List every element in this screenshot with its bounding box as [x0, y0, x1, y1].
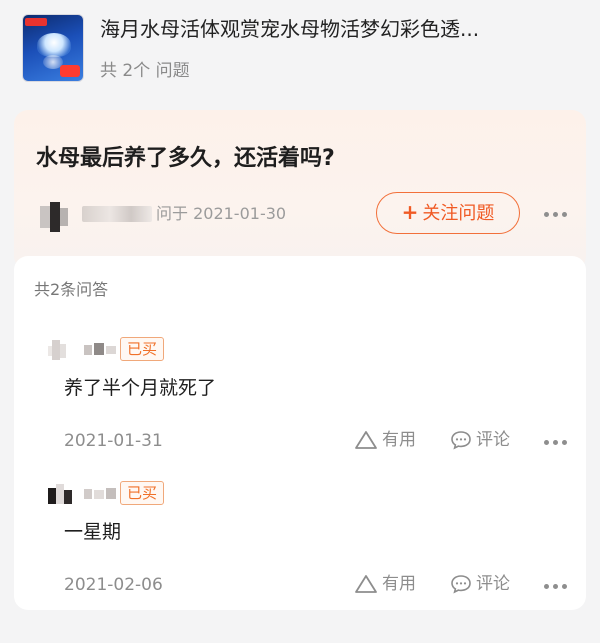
product-title[interactable]: 海月水母活体观赏宠水母物活梦幻彩色透... — [100, 14, 580, 44]
thumbnail-tag — [25, 18, 47, 26]
question-card: 水母最后养了多久，还活着吗? 问于 2021-01-30 + 关注问题 — [14, 110, 586, 270]
answerer-avatar — [44, 478, 76, 510]
triangle-icon — [355, 431, 377, 449]
answerer-avatar — [44, 334, 76, 366]
answer-item: 已买 一星期 2021-02-06 有用 评论 — [14, 478, 586, 622]
asked-date: 问于 2021-01-30 — [156, 204, 287, 223]
answerer-name-blurred — [84, 342, 120, 356]
triangle-icon — [355, 575, 377, 593]
comment-icon — [451, 575, 471, 594]
answer-text: 养了半个月就死了 — [64, 377, 217, 399]
answer-text: 一星期 — [64, 521, 122, 543]
more-options-icon[interactable] — [544, 210, 570, 218]
useful-label: 有用 — [382, 430, 416, 450]
asker-avatar — [36, 198, 78, 234]
question-title: 水母最后养了多久，还活着吗? — [36, 146, 335, 171]
useful-button[interactable]: 有用 — [354, 570, 416, 598]
useful-label: 有用 — [382, 574, 416, 594]
comment-icon — [451, 431, 471, 450]
plus-icon: + — [401, 200, 419, 224]
follow-question-label: 关注问题 — [422, 203, 495, 224]
comment-button[interactable]: 评论 — [450, 426, 510, 454]
jellyfish-image — [37, 33, 71, 57]
answers-count: 共2条问答 — [34, 280, 109, 299]
answer-date: 2021-01-31 — [64, 431, 163, 451]
thumbnail-price-tag — [60, 65, 80, 77]
answer-item: 已买 养了半个月就死了 2021-01-31 有用 评论 — [14, 334, 586, 478]
useful-button[interactable]: 有用 — [354, 426, 416, 454]
answerer-name-blurred — [84, 486, 120, 500]
product-thumbnail[interactable] — [22, 14, 84, 82]
asker-name-blurred — [82, 206, 152, 222]
answer-date: 2021-02-06 — [64, 575, 163, 595]
comment-label: 评论 — [476, 574, 510, 594]
follow-question-button[interactable]: + 关注问题 — [376, 192, 520, 234]
product-header[interactable]: 海月水母活体观赏宠水母物活梦幻彩色透... 共 2个 问题 — [0, 0, 600, 108]
purchased-badge: 已买 — [120, 481, 165, 505]
more-options-icon[interactable] — [544, 438, 570, 446]
answers-panel: 共2条问答 已买 养了半个月就死了 2021-01-31 有用 评论 已买 一星… — [14, 256, 586, 610]
comment-label: 评论 — [476, 430, 510, 450]
more-options-icon[interactable] — [544, 582, 570, 590]
comment-button[interactable]: 评论 — [450, 570, 510, 598]
question-count: 共 2个 问题 — [100, 61, 190, 81]
purchased-badge: 已买 — [120, 337, 165, 361]
